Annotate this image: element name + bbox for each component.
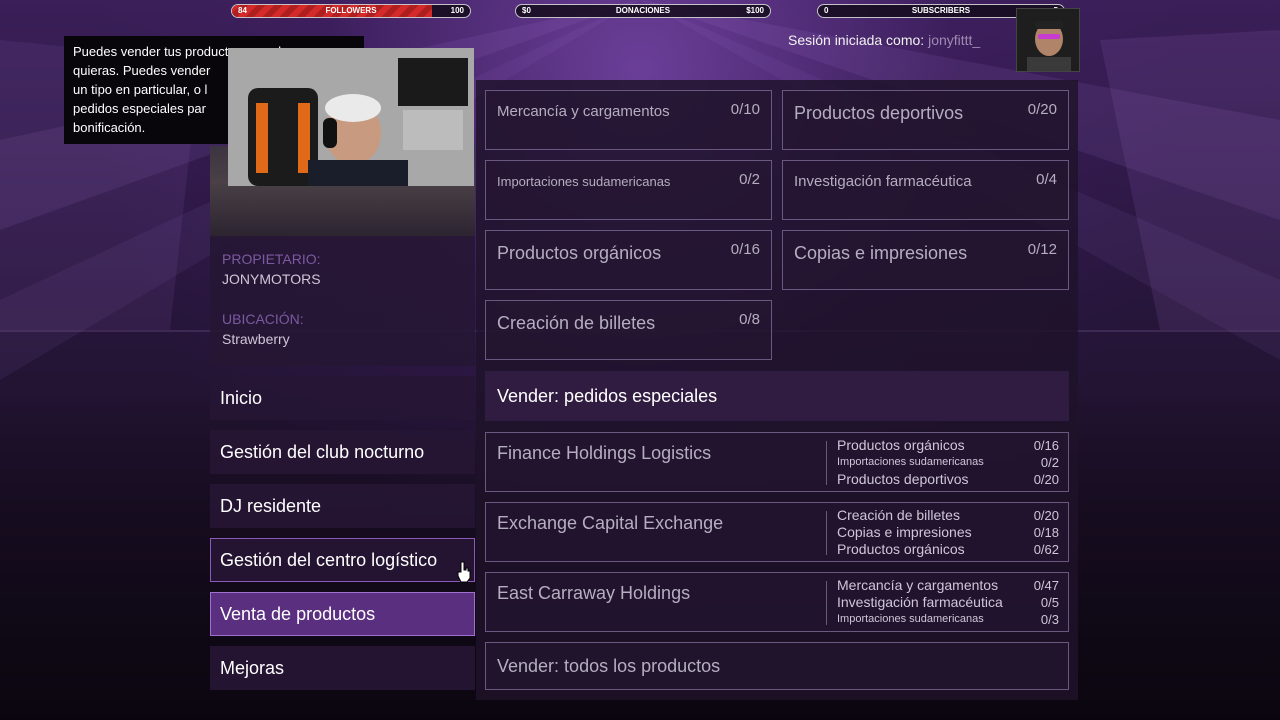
product-name: Investigación farmacéutica	[794, 173, 972, 190]
order-item-count: 0/2	[1040, 455, 1059, 470]
product-name: Mercancía y cargamentos	[497, 103, 670, 120]
product-count: 0/10	[730, 101, 760, 118]
order-item-count: 0/62	[1033, 542, 1059, 557]
order-item-name: Creación de billetes	[837, 507, 960, 523]
order-item: Productos orgánicos 0/16	[837, 437, 1059, 454]
order-item-name: Importaciones sudamericanas	[837, 456, 984, 468]
special-order-row[interactable]: East Carraway Holdings Mercancía y carga…	[485, 572, 1069, 632]
webcam-streamer-image	[228, 48, 474, 186]
menu-item-upgrades[interactable]: Mejoras	[210, 646, 475, 690]
order-item-name: Importaciones sudamericanas	[837, 613, 984, 625]
special-order-row[interactable]: Finance Holdings Logistics Productos org…	[485, 432, 1069, 492]
followers-label: FOLLOWERS	[325, 6, 377, 15]
special-orders-header: Vender: pedidos especiales	[485, 371, 1069, 421]
order-item-count: 0/3	[1040, 612, 1059, 627]
location-label: UBICACIÓN:	[222, 311, 304, 327]
menu-item-logistics-management[interactable]: Gestión del centro logístico	[210, 538, 475, 582]
owner-label: PROPIETARIO:	[222, 251, 321, 267]
order-item-name: Mercancía y cargamentos	[837, 577, 999, 593]
product-count: 0/20	[1027, 101, 1057, 118]
product-card[interactable]: Mercancía y cargamentos 0/10	[485, 90, 772, 150]
session-info: Sesión iniciada como: jonyfittt_	[788, 32, 980, 48]
order-divider	[826, 511, 827, 555]
order-divider	[826, 581, 827, 625]
order-item: Investigación farmacéutica 0/5	[837, 594, 1059, 611]
order-items: Mercancía y cargamentos 0/47 Investigaci…	[837, 577, 1059, 628]
order-company-name: Finance Holdings Logistics	[497, 443, 712, 463]
location-value: Strawberry	[222, 331, 290, 347]
followers-goal: 100	[450, 6, 464, 15]
order-item: Importaciones sudamericanas 0/3	[837, 611, 1059, 628]
product-name: Copias e impresiones	[794, 243, 968, 263]
product-count: 0/8	[739, 311, 760, 328]
order-item-count: 0/20	[1033, 508, 1059, 523]
order-company-name: Exchange Capital Exchange	[497, 513, 724, 533]
order-item-count: 0/5	[1040, 595, 1059, 610]
product-card[interactable]: Investigación farmacéutica 0/4	[782, 160, 1069, 220]
product-card[interactable]: Creación de billetes 0/8	[485, 300, 772, 360]
order-items: Productos orgánicos 0/16 Importaciones s…	[837, 437, 1059, 488]
order-company-name: East Carraway Holdings	[497, 583, 691, 603]
product-card[interactable]: Importaciones sudamericanas 0/2	[485, 160, 772, 220]
avatar	[1016, 8, 1080, 72]
product-card[interactable]: Copias e impresiones 0/12	[782, 230, 1069, 290]
order-item-count: 0/18	[1033, 525, 1059, 540]
menu-item-resident-dj[interactable]: DJ residente	[210, 484, 475, 528]
menu-item-inicio[interactable]: Inicio	[210, 376, 475, 420]
product-name: Creación de billetes	[497, 313, 656, 333]
menu-item-sell-products[interactable]: Venta de productos	[210, 592, 475, 636]
order-item-name: Investigación farmacéutica	[837, 594, 1003, 610]
order-item: Mercancía y cargamentos 0/47	[837, 577, 1059, 594]
product-count: 0/16	[730, 241, 760, 258]
product-card[interactable]: Productos deportivos 0/20	[782, 90, 1069, 150]
order-item-count: 0/47	[1033, 578, 1059, 593]
donations-label: DONACIONES	[615, 6, 671, 15]
special-order-row[interactable]: Exchange Capital Exchange Creación de bi…	[485, 502, 1069, 562]
followers-bar: 84 FOLLOWERS 100	[231, 4, 471, 18]
order-item-name: Copias e impresiones	[837, 524, 972, 540]
product-card[interactable]: Productos orgánicos 0/16	[485, 230, 772, 290]
product-name: Productos orgánicos	[497, 243, 662, 263]
order-item: Copias e impresiones 0/18	[837, 524, 1059, 541]
product-name: Importaciones sudamericanas	[497, 174, 671, 189]
order-item-count: 0/16	[1033, 438, 1059, 453]
order-item-count: 0/20	[1033, 472, 1059, 487]
session-label: Sesión iniciada como:	[788, 32, 925, 48]
webcam-overlay	[228, 48, 474, 186]
order-item: Productos deportivos 0/20	[837, 471, 1059, 488]
session-username: jonyfittt_	[928, 32, 981, 48]
order-item-name: Productos orgánicos	[837, 437, 965, 453]
donations-goal: $100	[746, 6, 764, 15]
product-count: 0/4	[1036, 171, 1057, 188]
order-divider	[826, 441, 827, 485]
owner-value: JONYMOTORS	[222, 271, 321, 287]
product-name: Productos deportivos	[794, 103, 964, 123]
sell-all-products-button[interactable]: Vender: todos los productos	[485, 642, 1069, 690]
order-item: Productos orgánicos 0/62	[837, 541, 1059, 558]
menu-item-nightclub-management[interactable]: Gestión del club nocturno	[210, 430, 475, 474]
order-items: Creación de billetes 0/20 Copias e impre…	[837, 507, 1059, 558]
product-count: 0/12	[1027, 241, 1057, 258]
donations-bar: $0 DONACIONES $100	[515, 4, 771, 18]
product-count: 0/2	[739, 171, 760, 188]
order-item: Creación de billetes 0/20	[837, 507, 1059, 524]
order-item-name: Productos orgánicos	[837, 541, 965, 557]
avatar-portrait-icon	[1017, 9, 1079, 71]
hand-cursor-icon	[457, 561, 471, 583]
order-item: Importaciones sudamericanas 0/2	[837, 454, 1059, 471]
order-item-name: Productos deportivos	[837, 471, 969, 487]
